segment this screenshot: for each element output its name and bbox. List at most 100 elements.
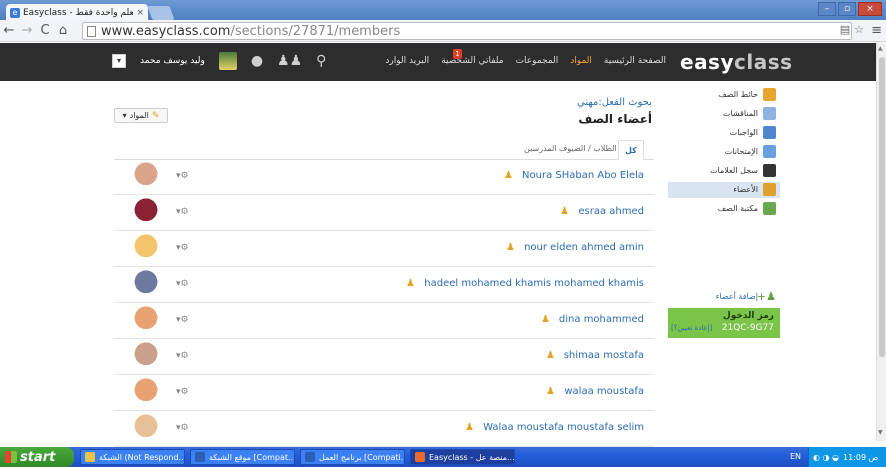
member-settings-gear-icon[interactable]: ▾⚙ bbox=[176, 423, 189, 433]
close-window-button[interactable]: × bbox=[858, 2, 882, 16]
member-avatar[interactable] bbox=[130, 341, 162, 373]
add-members-link[interactable]: ♟+ إضافة أعضاء bbox=[668, 290, 780, 303]
nav-groups[interactable]: المجموعات bbox=[516, 56, 559, 66]
member-avatar[interactable] bbox=[130, 377, 162, 409]
search-icon[interactable]: ⚲ bbox=[316, 53, 326, 69]
member-row[interactable]: ▾⚙ dina mohammed ♟ bbox=[114, 303, 654, 339]
site-header: easyclass الصفحة الرئيسية المواد المجموع… bbox=[0, 43, 876, 81]
student-icon: ♟ bbox=[546, 386, 555, 397]
user-avatar[interactable] bbox=[218, 52, 237, 70]
taskbar-button[interactable]: Easyclass - منصة عل... bbox=[410, 449, 515, 465]
sidebar-item-icon bbox=[763, 145, 776, 158]
course-sidebar: حائط الصف المناقشات الواجبات الإمتحانات سجل … bbox=[668, 84, 780, 338]
materials-dropdown-button[interactable]: ▾ المواد ✎ bbox=[114, 108, 168, 123]
scroll-up-arrow-icon[interactable]: ▲ bbox=[878, 45, 883, 52]
taskbar-button[interactable]: برنامج العمل [Compati... bbox=[300, 449, 405, 465]
windows-flag-icon bbox=[5, 451, 17, 463]
reload-icon[interactable]: C bbox=[36, 23, 54, 38]
user-menu-dropdown[interactable]: ▾ bbox=[112, 54, 126, 68]
member-settings-gear-icon[interactable]: ▾⚙ bbox=[176, 315, 189, 325]
tab-all[interactable]: كل bbox=[618, 140, 644, 161]
breadcrumb[interactable]: بحوث الفعل:مهني bbox=[577, 97, 652, 108]
member-filter-tabs: المدرسين الطلاب / الضيوف كل bbox=[114, 140, 654, 161]
address-bar[interactable]: www.easyclass.com/sections/27871/members bbox=[82, 22, 852, 40]
back-arrow-icon[interactable]: ← bbox=[0, 23, 18, 38]
member-name[interactable]: Walaa moustafa moustafa selim bbox=[483, 422, 644, 433]
member-row[interactable]: ▾⚙ hadeel mohamed khamis mohamed khamis ♟ bbox=[114, 267, 654, 303]
member-settings-gear-icon[interactable]: ▾⚙ bbox=[176, 351, 189, 361]
sidebar-item[interactable]: سجل العلامات bbox=[668, 163, 780, 179]
member-row[interactable]: ▾⚙ shimaa mostafa ♟ bbox=[114, 339, 654, 375]
tab-students-guests[interactable]: الطلاب / الضيوف bbox=[559, 144, 617, 153]
taskbar-button[interactable]: موقع الشبكة [Compat... bbox=[190, 449, 295, 465]
member-row[interactable]: ▾⚙ walaa moustafa ♟ bbox=[114, 375, 654, 411]
member-row[interactable]: ▾⚙ Walaa moustafa moustafa selim ♟ bbox=[114, 411, 654, 447]
minimize-button[interactable]: – bbox=[818, 2, 836, 16]
sidebar-item-icon bbox=[763, 183, 776, 196]
member-settings-gear-icon[interactable]: ▾⚙ bbox=[176, 243, 189, 253]
nav-inbox[interactable]: البريد الوارد bbox=[385, 56, 429, 66]
translate-icon[interactable]: ▤ bbox=[840, 23, 850, 36]
start-button[interactable]: start bbox=[0, 447, 74, 467]
member-name[interactable]: walaa moustafa bbox=[564, 386, 644, 397]
member-name[interactable]: nour elden ahmed amin bbox=[524, 242, 644, 253]
join-code-reset-link[interactable]: [إعادة تعيين؟] bbox=[671, 324, 712, 332]
nav-home[interactable]: الصفحة الرئيسية bbox=[604, 56, 666, 66]
member-name[interactable]: dina mohammed bbox=[559, 314, 644, 325]
student-icon: ♟ bbox=[465, 422, 474, 433]
nav-courses[interactable]: المواد bbox=[570, 56, 592, 66]
sidebar-item[interactable]: الواجبات bbox=[668, 125, 780, 141]
forward-arrow-icon[interactable]: → bbox=[18, 23, 36, 38]
maximize-button[interactable]: ▫ bbox=[838, 2, 856, 16]
member-name[interactable]: shimaa mostafa bbox=[564, 350, 644, 361]
sidebar-item[interactable]: حائط الصف bbox=[668, 87, 780, 103]
member-avatar[interactable] bbox=[130, 305, 162, 337]
sidebar-item-icon bbox=[763, 107, 776, 120]
url-path: /sections/27871/members bbox=[230, 23, 401, 39]
username[interactable]: وليد يوسف محمد bbox=[140, 56, 205, 66]
member-avatar[interactable] bbox=[130, 413, 162, 445]
logo-class: class bbox=[734, 50, 793, 74]
join-code-value: 21QC-9G77 bbox=[721, 323, 774, 333]
sidebar-item-icon bbox=[763, 126, 776, 139]
sidebar-item[interactable]: الأعضاء bbox=[668, 182, 780, 198]
sidebar-item-label: مكتبة الصف bbox=[717, 204, 758, 213]
info-icon[interactable]: ● bbox=[251, 53, 263, 69]
tab-close-icon[interactable]: × bbox=[136, 8, 144, 18]
people-icon[interactable]: ♟♟ bbox=[277, 53, 302, 69]
sidebar-item[interactable]: مكتبة الصف bbox=[668, 201, 780, 217]
sidebar-item[interactable]: الإمتحانات bbox=[668, 144, 780, 160]
member-settings-gear-icon[interactable]: ▾⚙ bbox=[176, 207, 189, 217]
sidebar-item[interactable]: المناقشات bbox=[668, 106, 780, 122]
taskbar-button-label: برنامج العمل [Compati... bbox=[319, 452, 405, 462]
member-row[interactable]: ▾⚙ Noura SHaban Abo Elela ♟ bbox=[114, 159, 654, 195]
new-tab-button[interactable] bbox=[147, 6, 175, 20]
bookmark-star-icon[interactable]: ☆ bbox=[854, 23, 864, 36]
sidebar-item-label: سجل العلامات bbox=[709, 166, 758, 175]
member-name[interactable]: Noura SHaban Abo Elela bbox=[522, 170, 644, 181]
member-avatar[interactable] bbox=[130, 269, 162, 301]
member-settings-gear-icon[interactable]: ▾⚙ bbox=[176, 279, 189, 289]
scroll-down-arrow-icon[interactable]: ▼ bbox=[878, 429, 883, 436]
nav-profile[interactable]: ملفاتي الشخصية bbox=[441, 56, 503, 66]
member-settings-gear-icon[interactable]: ▾⚙ bbox=[176, 387, 189, 397]
member-settings-gear-icon[interactable]: ▾⚙ bbox=[176, 171, 189, 181]
member-row[interactable]: ▾⚙ nour elden ahmed amin ♟ bbox=[114, 231, 654, 267]
page-scrollbar[interactable]: ▲ ▼ bbox=[876, 43, 886, 441]
tab-teachers[interactable]: المدرسين bbox=[524, 144, 557, 153]
scrollbar-thumb[interactable] bbox=[879, 57, 885, 357]
member-avatar[interactable] bbox=[130, 197, 162, 229]
taskbar-app-icon bbox=[415, 452, 425, 462]
language-indicator[interactable]: EN bbox=[790, 452, 801, 461]
member-avatar[interactable] bbox=[130, 161, 162, 193]
easyclass-logo[interactable]: easyclass bbox=[680, 50, 793, 74]
member-avatar[interactable] bbox=[130, 233, 162, 265]
member-name[interactable]: esraa ahmed bbox=[578, 206, 644, 217]
browser-tab[interactable]: e Easyclass - منصة تعلم واحدة فقط × bbox=[6, 4, 148, 21]
member-name[interactable]: hadeel mohamed khamis mohamed khamis bbox=[424, 278, 644, 289]
tray-icons[interactable]: ◐ ◑ ◒ bbox=[813, 453, 839, 462]
member-row[interactable]: ▾⚙ esraa ahmed ♟ bbox=[114, 195, 654, 231]
chrome-menu-icon[interactable]: ≡ bbox=[871, 23, 882, 38]
home-icon[interactable]: ⌂ bbox=[54, 23, 72, 38]
taskbar-button[interactable]: الشبكة (Not Respond... bbox=[80, 449, 185, 465]
